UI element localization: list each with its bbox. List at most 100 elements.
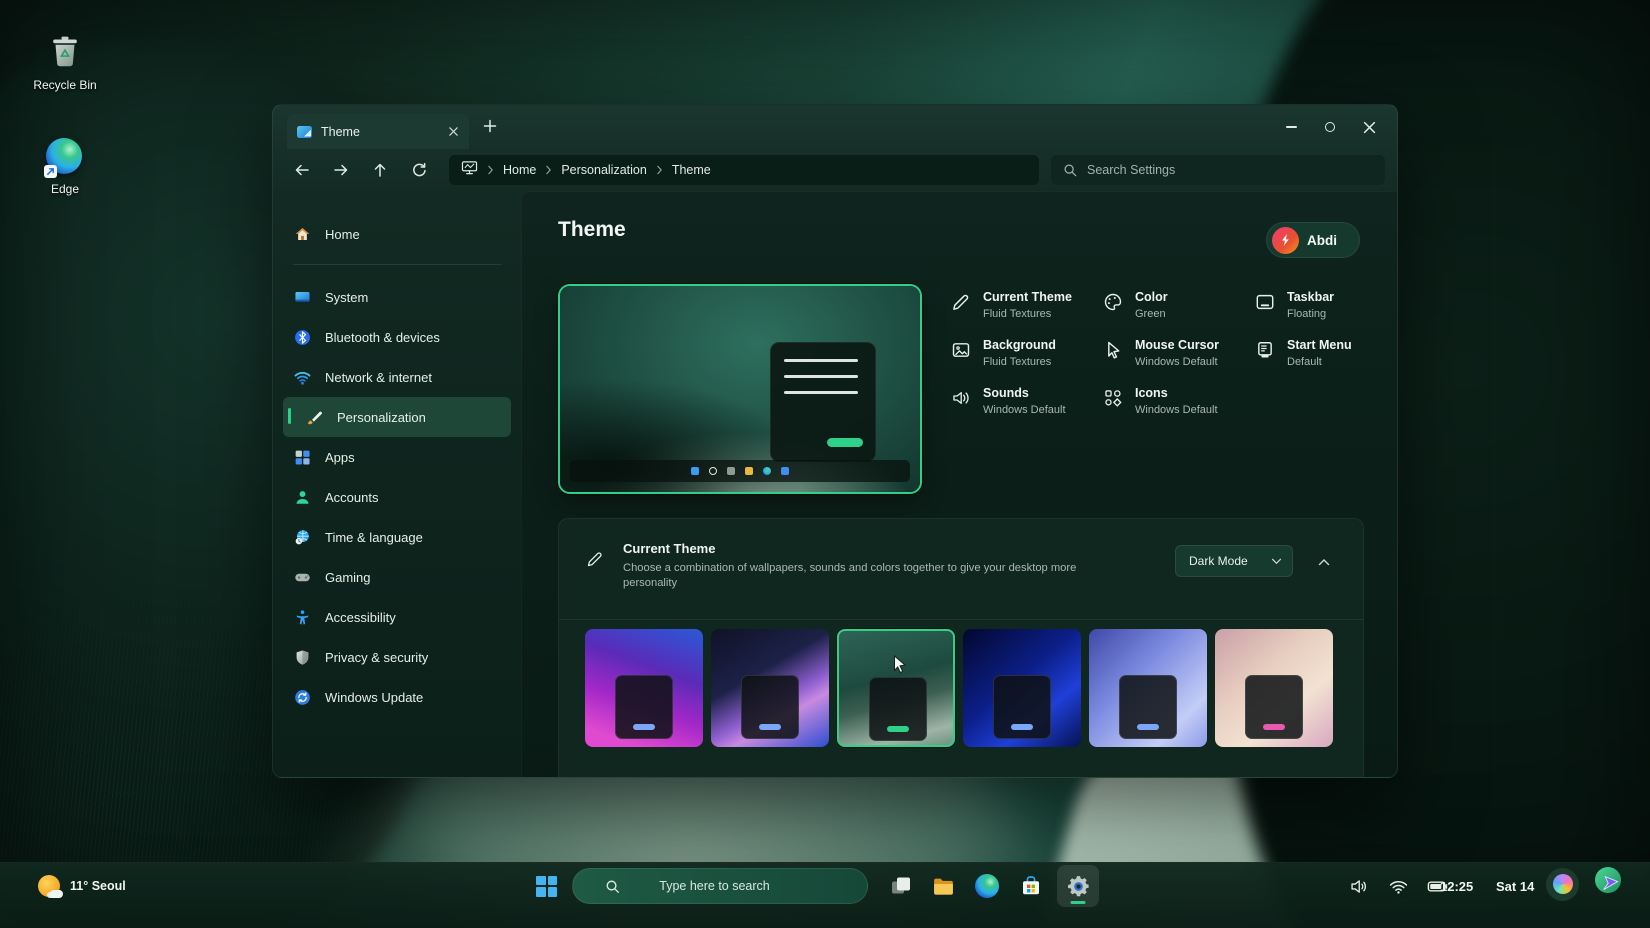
sidebar-item-label: Privacy & security [325,650,428,665]
shortcut-arrow-icon [44,165,57,178]
icons-grid-icon [1102,387,1124,409]
mini-taskview-icon [727,467,735,475]
forward-icon[interactable] [326,155,356,185]
breadcrumb-personalization[interactable]: Personalization [561,163,646,177]
settings-button-active[interactable] [1057,865,1099,907]
sidebar-item-label: Personalization [337,410,426,425]
preview-start-card [770,342,876,462]
desktop-icon-edge[interactable]: Edge [17,138,113,196]
task-view-icon [888,873,914,899]
desktop-icon-recycle-bin[interactable]: Recycle Bin [17,34,113,92]
sidebar-item-time-language[interactable]: Time & language [283,517,511,557]
image-icon [950,339,972,361]
detail-mouse-cursor: Mouse CursorWindows Default [1102,338,1254,368]
sidebar-item-network-internet[interactable]: Network & internet [283,357,511,397]
breadcrumb: Home Personalization Theme [449,155,1039,185]
settings-window: Theme [272,104,1398,778]
theme-thumbnail-4[interactable] [963,629,1081,747]
sidebar-item-label: Home [325,227,360,242]
sidebar-item-windows-update[interactable]: Windows Update [283,677,511,717]
sidebar-item-label: System [325,290,368,305]
sidebar-item-label: Accounts [325,490,378,505]
theme-thumbnail-1[interactable] [585,629,703,747]
sidebar-item-bluetooth-devices[interactable]: Bluetooth & devices [283,317,511,357]
sidebar-item-personalization[interactable]: Personalization [283,397,511,437]
chevron-right-icon [656,165,663,175]
theme-thumbnail-3-selected[interactable] [837,629,955,747]
tab-close-icon[interactable] [448,126,459,137]
file-explorer-button[interactable] [930,866,956,906]
taskbar-date[interactable]: Sat 14 [1496,866,1534,906]
sidebar-item-apps[interactable]: Apps [283,437,511,477]
cursor-icon [1102,339,1124,361]
desktop: Recycle Bin Edge Theme [0,0,1650,928]
store-button[interactable] [1018,866,1044,906]
sidebar-item-label: Gaming [325,570,371,585]
user-account-button[interactable]: Abdi [1266,222,1360,258]
close-icon[interactable] [1357,115,1381,139]
task-view-button[interactable] [888,866,914,906]
folder-icon [930,873,956,899]
home-icon [293,225,312,244]
breadcrumb-home[interactable]: Home [503,163,536,177]
detail-icons: IconsWindows Default [1102,386,1254,416]
pen-icon [585,549,605,569]
copilot-icon [1553,874,1573,894]
back-icon[interactable] [287,155,317,185]
taskbar-search-input[interactable]: Type here to search [572,868,868,904]
network-icon [293,368,312,387]
taskbar-clock[interactable]: 12:25 [1440,866,1473,906]
wifi-icon[interactable] [1385,873,1411,899]
new-tab-icon[interactable] [483,119,497,133]
preview-accent-pill [827,438,863,447]
sidebar-item-home[interactable]: Home [283,216,511,252]
pen-icon [950,291,972,313]
weather-sun-icon [38,875,60,897]
mode-dropdown[interactable]: Dark Mode [1175,545,1293,577]
detail-background: BackgroundFluid Textures [950,338,1102,368]
current-theme-card: Current Theme Choose a combination of wa… [558,518,1364,778]
start-button[interactable] [536,866,557,906]
chevron-down-icon [1271,558,1282,565]
tray-app-button[interactable] [1594,866,1624,896]
detail-current-theme: Current ThemeFluid Textures [950,290,1102,320]
mini-app-icon [781,467,789,475]
refresh-icon[interactable] [404,155,434,185]
tab-theme[interactable]: Theme [287,114,469,149]
theme-thumbnail-2[interactable] [711,629,829,747]
settings-search-input[interactable]: Search Settings [1051,155,1385,185]
main-content: Theme Abdi [521,191,1397,777]
maximize-icon[interactable] [1318,115,1342,139]
desktop-icon-label: Edge [17,182,113,196]
theme-thumbnail-6[interactable] [1215,629,1333,747]
bluetooth-icon [293,328,312,347]
current-theme-preview[interactable] [558,284,922,494]
theme-thumbnail-5[interactable] [1089,629,1207,747]
date: Sat 14 [1496,879,1534,894]
detail-sounds: SoundsWindows Default [950,386,1102,416]
edge-icon [974,873,1000,899]
sidebar-item-label: Bluetooth & devices [325,330,440,345]
start-menu-icon [1254,339,1276,361]
titlebar[interactable]: Theme [273,105,1397,149]
system-tray [1346,866,1450,906]
sidebar-item-privacy-security[interactable]: Privacy & security [283,637,511,677]
gaming-icon [293,568,312,587]
avatar [1272,227,1299,254]
sidebar-item-accessibility[interactable]: Accessibility [283,597,511,637]
edge-button[interactable] [974,866,1000,906]
breadcrumb-theme[interactable]: Theme [672,163,711,177]
card-divider [559,619,1363,620]
tab-title: Theme [321,125,439,139]
volume-icon[interactable] [1346,873,1372,899]
sidebar-item-system[interactable]: System [283,277,511,317]
sidebar-item-accounts[interactable]: Accounts [283,477,511,517]
sidebar-item-gaming[interactable]: Gaming [283,557,511,597]
copilot-button[interactable] [1546,864,1579,904]
sidebar-item-label: Windows Update [325,690,423,705]
chevron-right-icon [545,165,552,175]
minimize-icon[interactable] [1279,115,1303,139]
collapse-chevron-up-icon[interactable] [1311,549,1337,575]
up-icon[interactable] [365,155,395,185]
weather-widget[interactable]: 11° Seoul [38,866,126,906]
